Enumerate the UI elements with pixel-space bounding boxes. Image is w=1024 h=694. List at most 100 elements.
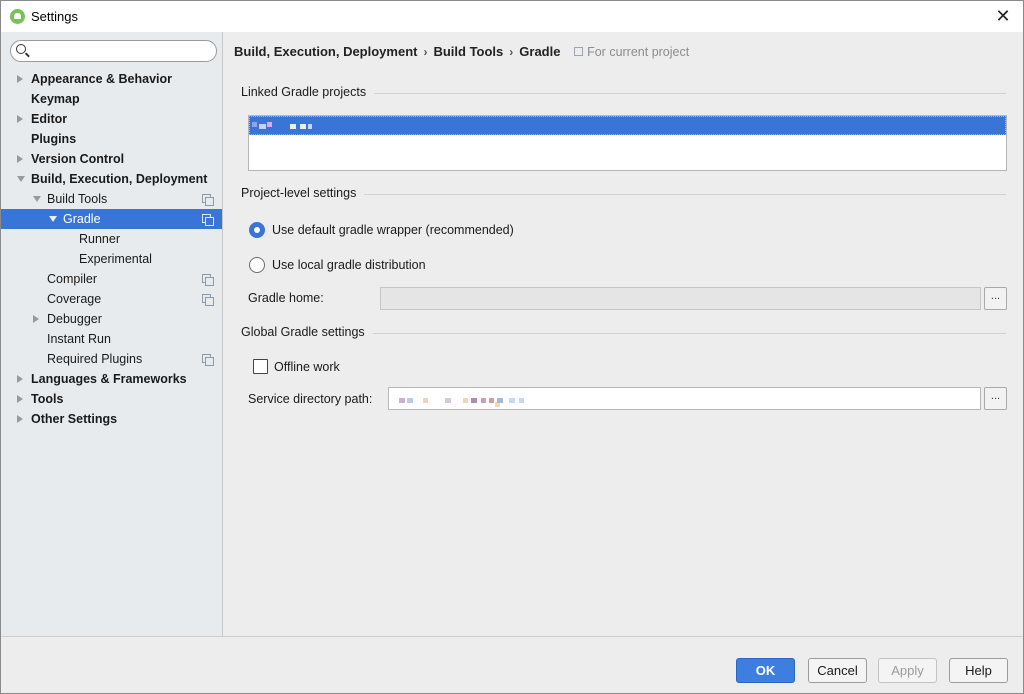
tree-item-label: Required Plugins <box>47 352 143 366</box>
tree-item[interactable]: Plugins <box>1 129 222 149</box>
settings-sidebar: Appearance & Behavior Keymap Editor Plugins… <box>1 32 223 636</box>
tree-item-label: Editor <box>31 112 68 126</box>
project-scope-icon <box>202 274 214 286</box>
collapsed-arrow-icon[interactable] <box>17 114 23 123</box>
collapsed-arrow-icon[interactable] <box>17 414 23 423</box>
tree-item-label: Experimental <box>79 252 152 266</box>
collapsed-arrow-icon[interactable] <box>17 394 23 403</box>
section-title: Global Gradle settings <box>241 325 373 339</box>
tree-item[interactable]: Version Control <box>1 149 222 169</box>
offline-work-label: Offline work <box>274 360 340 374</box>
tree-item[interactable]: Appearance & Behavior <box>1 69 222 89</box>
dialog-footer: OK Cancel Apply Help <box>1 636 1023 693</box>
ok-button[interactable]: OK <box>736 658 795 683</box>
breadcrumb-item: Build Tools <box>433 44 504 59</box>
collapsed-arrow-icon[interactable] <box>33 314 39 323</box>
tree-item[interactable]: Other Settings <box>1 409 222 429</box>
tree-item[interactable]: Build Tools <box>1 189 222 209</box>
tree-item-label: Compiler <box>47 272 98 286</box>
section-title: Project-level settings <box>241 186 365 200</box>
scope-label: For current project <box>574 45 689 59</box>
redacted-text <box>509 398 515 403</box>
tree-item[interactable]: Debugger <box>1 309 222 329</box>
project-level-section: Project-level settings <box>241 186 1006 200</box>
linked-projects-section: Linked Gradle projects <box>241 85 1006 99</box>
collapsed-arrow-icon[interactable] <box>17 374 23 383</box>
radio-default-wrapper-button[interactable] <box>249 222 265 238</box>
gradle-settings-panel: Build, Execution, Deployment › Build Tools… <box>224 32 1023 636</box>
collapsed-arrow-icon[interactable] <box>17 154 23 163</box>
breadcrumb-item: Gradle <box>519 44 561 59</box>
tree-item-label: Keymap <box>31 92 80 106</box>
tree-item[interactable]: Experimental <box>1 249 222 269</box>
tree-item-label: Other Settings <box>31 412 118 426</box>
tree-item[interactable]: Instant Run <box>1 329 222 349</box>
settings-search-input[interactable] <box>10 40 217 62</box>
tree-item[interactable]: Editor <box>1 109 222 129</box>
redacted-text <box>399 398 405 403</box>
window-title: Settings <box>31 9 78 24</box>
tree-item-label: Instant Run <box>47 332 111 346</box>
breadcrumb-separator: › <box>423 45 428 59</box>
redacted-text <box>290 124 296 129</box>
collapsed-arrow-icon[interactable] <box>17 74 23 83</box>
service-directory-browse-button[interactable]: ... <box>984 387 1007 410</box>
redacted-text <box>407 398 413 403</box>
settings-tree: Appearance & Behavior Keymap Editor Plugins… <box>1 69 222 429</box>
close-icon[interactable]: ✕ <box>989 3 1017 29</box>
gradle-home-browse-button[interactable]: ... <box>984 287 1007 310</box>
redacted-text <box>471 398 477 403</box>
global-settings-section: Global Gradle settings <box>241 325 1006 339</box>
apply-button[interactable]: Apply <box>878 658 937 683</box>
help-button[interactable]: Help <box>949 658 1008 683</box>
project-scope-icon <box>574 47 584 56</box>
cancel-button[interactable]: Cancel <box>808 658 867 683</box>
tree-item-label: Debugger <box>47 312 102 326</box>
tree-item-label: Build Tools <box>47 192 108 206</box>
tree-item-label: Build, Execution, Deployment <box>31 172 208 186</box>
project-scope-icon <box>202 194 214 206</box>
tree-item[interactable]: Coverage <box>1 289 222 309</box>
project-scope-icon <box>202 294 214 306</box>
radio-local-distribution-button[interactable] <box>249 257 265 273</box>
service-directory-field[interactable] <box>388 387 981 410</box>
linked-project-item[interactable] <box>249 116 1006 135</box>
redacted-text <box>259 124 266 129</box>
tree-item[interactable]: Compiler <box>1 269 222 289</box>
service-directory-label: Service directory path: <box>248 392 373 406</box>
linked-projects-list[interactable] <box>248 115 1007 171</box>
tree-item[interactable]: Required Plugins <box>1 349 222 369</box>
redacted-text <box>497 398 503 403</box>
breadcrumb-separator: › <box>509 45 514 59</box>
tree-item[interactable]: Keymap <box>1 89 222 109</box>
redacted-text <box>252 122 257 127</box>
redacted-text <box>519 398 524 403</box>
tree-item[interactable]: Languages & Frameworks <box>1 369 222 389</box>
gradle-home-field <box>380 287 981 310</box>
tree-item[interactable]: Gradle <box>1 209 222 229</box>
tree-item-label: Tools <box>31 392 64 406</box>
project-scope-icon <box>202 214 214 226</box>
tree-item[interactable]: Tools <box>1 389 222 409</box>
project-scope-icon <box>202 354 214 366</box>
breadcrumb-item: Build, Execution, Deployment <box>234 44 418 59</box>
title-bar: Settings ✕ <box>1 1 1023 32</box>
redacted-text <box>267 122 272 127</box>
settings-dialog: Settings ✕ Appearance & Behavior Keymap Ed… <box>0 0 1024 694</box>
section-title: Linked Gradle projects <box>241 85 375 99</box>
tree-item-label: Gradle <box>63 212 101 226</box>
expanded-arrow-icon[interactable] <box>49 216 57 222</box>
tree-item[interactable]: Runner <box>1 229 222 249</box>
redacted-text <box>463 398 468 403</box>
redacted-text <box>423 398 428 403</box>
offline-work-checkbox[interactable] <box>253 359 268 374</box>
redacted-text <box>308 124 312 129</box>
tree-item-label: Appearance & Behavior <box>31 72 173 86</box>
redacted-text <box>489 398 494 403</box>
redacted-text <box>300 124 306 129</box>
expanded-arrow-icon[interactable] <box>17 176 25 182</box>
scope-text: For current project <box>587 45 690 59</box>
expanded-arrow-icon[interactable] <box>33 196 41 202</box>
tree-item[interactable]: Build, Execution, Deployment <box>1 169 222 189</box>
tree-item-label: Version Control <box>31 152 125 166</box>
